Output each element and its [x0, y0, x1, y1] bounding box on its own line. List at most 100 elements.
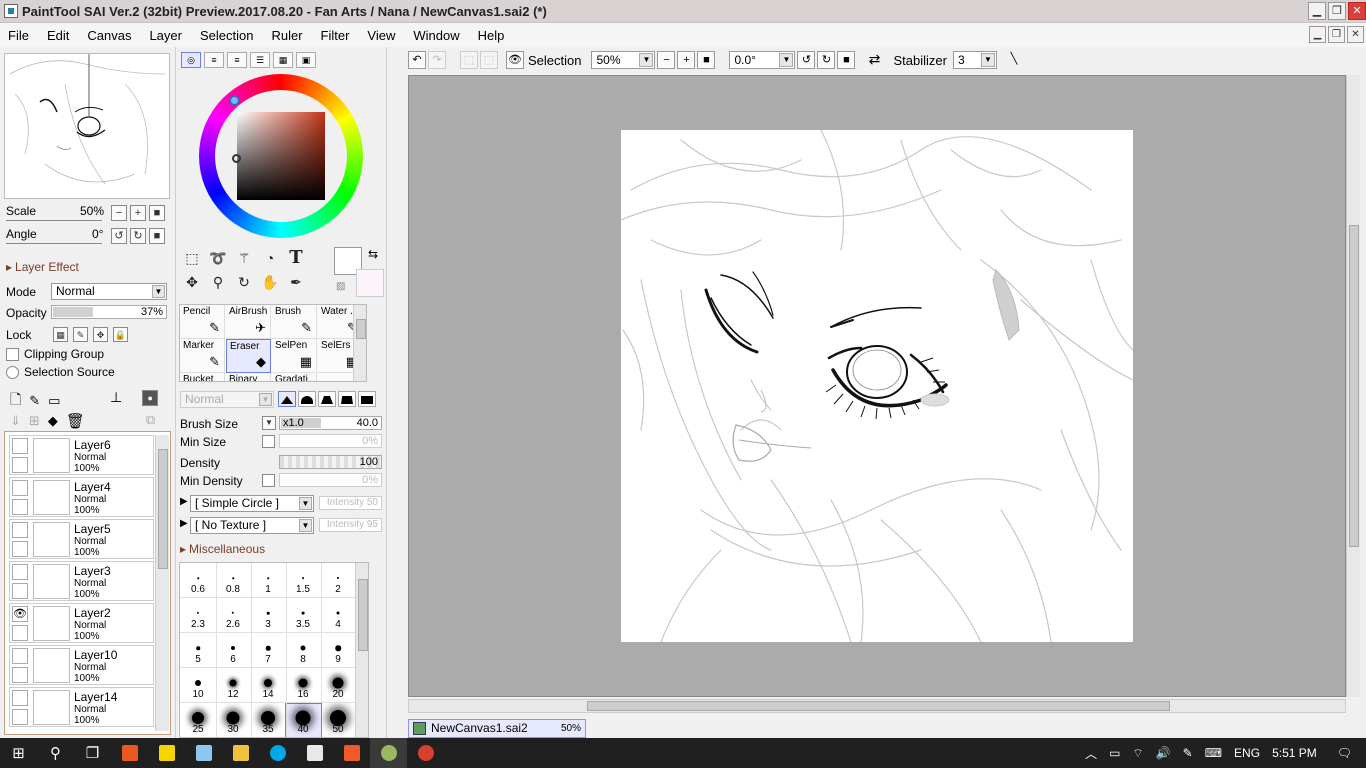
lasso-icon[interactable]: ➰ — [206, 247, 230, 269]
brush-size-preset[interactable]: 7 — [250, 633, 287, 668]
brush-size-preset[interactable]: 25 — [180, 703, 217, 737]
layer-row[interactable]: Layer5 Normal 100% — [9, 519, 154, 559]
menu-canvas[interactable]: Canvas — [79, 28, 139, 43]
zoom-in-button[interactable]: + — [130, 205, 146, 221]
layer-row[interactable]: 👁 Layer2 Normal 100% — [9, 603, 154, 643]
windows-start-icon[interactable]: ⊞ — [0, 738, 37, 768]
tool-grid-scrollbar[interactable] — [353, 305, 366, 381]
rotate-right-icon[interactable]: ↻ — [817, 51, 836, 69]
eyedropper-icon[interactable]: ✒ — [284, 271, 308, 293]
merge-selected-icon[interactable]: ⊞ — [29, 413, 40, 429]
brave-browser-icon[interactable] — [333, 738, 370, 768]
transfer-down-icon[interactable]: ⊥ — [110, 389, 122, 406]
lock-all-icon[interactable]: 🔒 — [113, 327, 128, 342]
layer-lock-toggle[interactable] — [12, 625, 28, 641]
brush-texture-select[interactable]: [ No Texture ] ▼ — [190, 517, 314, 534]
scratchpad-tab-icon[interactable]: ▣ — [296, 52, 316, 68]
tool-brush[interactable]: Brush ✎ — [272, 305, 317, 339]
menu-edit[interactable]: Edit — [39, 28, 77, 43]
tool-pencil[interactable]: Pencil ✎ — [180, 305, 225, 339]
new-layer-icon[interactable]: 🗋 — [10, 389, 21, 413]
navigator-preview[interactable] — [4, 53, 170, 199]
text-tool-icon[interactable]: T — [284, 247, 308, 269]
scrollbar-thumb[interactable] — [158, 449, 168, 569]
rotate-left-icon[interactable]: ↺ — [111, 228, 127, 244]
notifications-icon[interactable]: 🗨 — [1337, 746, 1352, 760]
hsv-sliders-tab-icon[interactable]: ≡ — [227, 52, 247, 68]
min-density-slider[interactable]: 0% — [279, 473, 382, 487]
brush-size-preset[interactable]: 14 — [250, 668, 287, 703]
drawing-canvas[interactable] — [620, 129, 1134, 643]
tool-marker[interactable]: Marker ✎ — [180, 339, 225, 373]
brush-size-preset[interactable]: 50 — [320, 703, 357, 737]
layer-row[interactable]: Layer10 Normal 100% — [9, 645, 154, 685]
layer-lock-toggle[interactable] — [12, 541, 28, 557]
notepad-icon[interactable] — [185, 738, 222, 768]
visibility-toggle[interactable] — [12, 480, 28, 496]
layer-lock-toggle[interactable] — [12, 499, 28, 515]
rotate-reset-icon[interactable]: ■ — [837, 51, 856, 69]
layer-lock-toggle[interactable] — [12, 457, 28, 473]
word-icon[interactable] — [296, 738, 333, 768]
zoom-reset-button[interactable]: ■ — [149, 205, 165, 221]
zoom-select[interactable]: 50% ▼ — [591, 51, 656, 69]
restore-button[interactable]: ❐ — [1328, 2, 1346, 20]
magic-wand-icon[interactable]: ⚚ — [232, 247, 256, 269]
rotate-left-icon[interactable]: ↺ — [797, 51, 816, 69]
menu-help[interactable]: Help — [470, 28, 513, 43]
miscellaneous-header[interactable]: Miscellaneous — [180, 542, 265, 556]
visibility-toggle[interactable] — [12, 564, 28, 580]
brush-size-preset[interactable]: 5 — [180, 633, 217, 668]
brush-blend-select[interactable]: Normal ▼ — [180, 391, 274, 408]
lock-transparency-icon[interactable]: ▦ — [53, 327, 68, 342]
deselect-icon[interactable]: ⬚ — [460, 51, 478, 69]
volume-icon[interactable]: 🔊 — [1156, 746, 1171, 760]
zoom-icon[interactable]: ⚲ — [206, 271, 230, 293]
mask-icon[interactable]: ● — [142, 389, 159, 406]
eye-icon[interactable]: 👁 — [12, 606, 28, 622]
scale-slider[interactable] — [6, 217, 102, 221]
brush-size-preset[interactable]: 0.6 — [180, 563, 217, 598]
task-view-icon[interactable]: ❐ — [74, 738, 111, 768]
wifi-icon[interactable]: ⌔ — [1132, 746, 1143, 761]
new-folder-icon[interactable]: ▭ — [48, 393, 60, 409]
selection-source-radio[interactable] — [6, 365, 19, 379]
tool-bucket[interactable]: Bucket — [180, 373, 225, 381]
opacity-slider[interactable]: 37% — [51, 305, 167, 319]
transparent-color-icon[interactable]: ▨ — [336, 281, 345, 292]
tool-airbrush[interactable]: AirBrush ✈ — [226, 305, 271, 339]
redo-icon[interactable]: ↷ — [428, 51, 446, 69]
rotate-reset-button[interactable]: ■ — [149, 228, 165, 244]
layer-effect-header[interactable]: Layer Effect — [6, 260, 79, 274]
brush-size-preset[interactable]: 8 — [285, 633, 322, 668]
brush-size-preset[interactable]: 20 — [320, 668, 357, 703]
sticky-notes-icon[interactable] — [148, 738, 185, 768]
hue-handle[interactable] — [229, 95, 240, 106]
visibility-toggle[interactable] — [12, 438, 28, 454]
keyboard-icon[interactable]: ⌨ — [1205, 746, 1222, 760]
lock-paint-icon[interactable]: ✎ — [73, 327, 88, 342]
density-slider[interactable]: 100 — [279, 455, 382, 469]
new-linework-layer-icon[interactable]: ✎ — [29, 393, 40, 409]
brush-size-preset[interactable]: 1.5 — [285, 563, 322, 598]
layer-row[interactable]: Layer3 Normal 100% — [9, 561, 154, 601]
brush-size-preset[interactable]: 40 — [285, 703, 322, 737]
visibility-toggle[interactable] — [12, 690, 28, 706]
layer-list-scrollbar[interactable] — [155, 435, 169, 731]
canvas-vertical-scrollbar[interactable] — [1346, 75, 1360, 697]
brush-size-preset[interactable]: 16 — [285, 668, 322, 703]
doc-minimize-button[interactable]: ▁ — [1309, 26, 1326, 43]
edge-shape-round[interactable] — [298, 391, 316, 407]
flip-horizontal-icon[interactable]: ⇄ — [865, 51, 883, 69]
clock[interactable]: 5:51 PM — [1272, 746, 1317, 760]
swap-colors-icon[interactable]: ⇆ — [368, 247, 378, 261]
brush-size-preset[interactable]: 2.3 — [180, 598, 217, 633]
straight-line-icon[interactable]: ╲ — [1005, 51, 1023, 69]
color-wheel[interactable] — [199, 74, 363, 238]
chrome-icon[interactable] — [407, 738, 444, 768]
brush-shape-select[interactable]: [ Simple Circle ] ▼ — [190, 495, 314, 512]
brush-size-preset[interactable]: 2.6 — [215, 598, 252, 633]
brush-size-preset[interactable]: 10 — [180, 668, 217, 703]
doc-restore-button[interactable]: ❐ — [1328, 26, 1345, 43]
brush-size-preset[interactable]: 6 — [215, 633, 252, 668]
